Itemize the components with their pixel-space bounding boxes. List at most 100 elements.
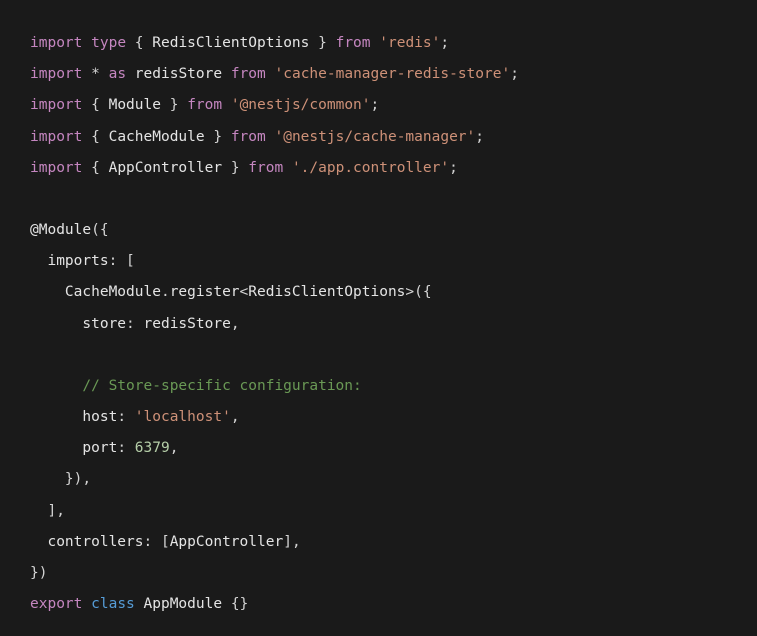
dot: . [161, 284, 170, 300]
comma: , [82, 471, 91, 487]
code-line-2: import * as redisStore from 'cache-manag… [30, 59, 727, 90]
identifier: AppController [170, 534, 284, 550]
type-name: RedisClientOptions [152, 35, 309, 51]
keyword-import: import [30, 129, 82, 145]
bracket: ] [283, 534, 292, 550]
class-name: CacheModule [65, 284, 161, 300]
keyword-export: export [30, 596, 82, 612]
colon: : [126, 316, 135, 332]
code-line-12: // Store-specific configuration: [30, 371, 727, 402]
string-literal: 'redis' [379, 35, 440, 51]
comma: , [292, 534, 301, 550]
property: host [82, 409, 117, 425]
code-line-13: host: 'localhost', [30, 402, 727, 433]
code-line-15: }), [30, 464, 727, 495]
string-literal: 'localhost' [135, 409, 231, 425]
string-literal: '@nestjs/cache-manager' [274, 129, 475, 145]
brace: { [423, 284, 432, 300]
paren: ) [39, 565, 48, 581]
bracket: [ [161, 534, 170, 550]
indent [30, 534, 47, 550]
comma: , [56, 503, 65, 519]
code-line-1: import type { RedisClientOptions } from … [30, 28, 727, 59]
code-line-4: import { CacheModule } from '@nestjs/cac… [30, 122, 727, 153]
number-literal: 6379 [135, 440, 170, 456]
property: imports [47, 253, 108, 269]
comment: // Store-specific configuration: [82, 378, 361, 394]
code-line-5: import { AppController } from './app.con… [30, 153, 727, 184]
colon: : [117, 440, 126, 456]
brace: } [65, 471, 74, 487]
brace: { [231, 596, 240, 612]
star: * [91, 66, 100, 82]
indent [30, 409, 82, 425]
brace: } [170, 97, 179, 113]
brace: } [213, 129, 222, 145]
brace: { [91, 97, 100, 113]
string-literal: 'cache-manager-redis-store' [275, 66, 511, 82]
comma: , [170, 440, 179, 456]
paren: ( [414, 284, 423, 300]
comma: , [231, 316, 240, 332]
code-line-17: controllers: [AppController], [30, 527, 727, 558]
keyword-from: from [231, 66, 266, 82]
indent [30, 378, 82, 394]
bracket: [ [126, 253, 135, 269]
indent [30, 440, 82, 456]
brace: } [30, 565, 39, 581]
keyword-type: type [91, 35, 126, 51]
keyword-from: from [336, 35, 371, 51]
indent [30, 284, 65, 300]
brace: { [91, 129, 100, 145]
code-line-blank [30, 340, 727, 371]
indent [30, 253, 47, 269]
colon: : [117, 409, 126, 425]
indent [30, 503, 47, 519]
semicolon: ; [510, 66, 519, 82]
decorator: @Module [30, 222, 91, 238]
type-name: RedisClientOptions [248, 284, 405, 300]
method: register [170, 284, 240, 300]
string-literal: '@nestjs/common' [231, 97, 371, 113]
property: port [82, 440, 117, 456]
brace: { [135, 35, 144, 51]
keyword-from: from [231, 129, 266, 145]
keyword-import: import [30, 66, 82, 82]
keyword-import: import [30, 97, 82, 113]
paren: ( [91, 222, 100, 238]
semicolon: ; [440, 35, 449, 51]
code-line-8: imports: [ [30, 246, 727, 277]
bracket: ] [47, 503, 56, 519]
keyword-class: class [91, 596, 135, 612]
brace: } [231, 160, 240, 176]
indent [30, 316, 82, 332]
semicolon: ; [475, 129, 484, 145]
angle-bracket: < [240, 284, 249, 300]
code-line-3: import { Module } from '@nestjs/common'; [30, 90, 727, 121]
code-line-18: }) [30, 558, 727, 589]
code-line-7: @Module({ [30, 215, 727, 246]
comma: , [231, 409, 240, 425]
colon: : [109, 253, 118, 269]
brace: { [100, 222, 109, 238]
code-line-blank [30, 184, 727, 215]
semicolon: ; [371, 97, 380, 113]
brace: } [240, 596, 249, 612]
class-name: AppModule [144, 596, 223, 612]
angle-bracket: > [405, 284, 414, 300]
identifier: AppController [109, 160, 223, 176]
semicolon: ; [449, 160, 458, 176]
brace: { [91, 160, 100, 176]
keyword-import: import [30, 160, 82, 176]
identifier: Module [109, 97, 161, 113]
identifier: CacheModule [109, 129, 205, 145]
keyword-from: from [248, 160, 283, 176]
code-line-9: CacheModule.register<RedisClientOptions>… [30, 277, 727, 308]
code-line-16: ], [30, 496, 727, 527]
property: store [82, 316, 126, 332]
colon: : [144, 534, 153, 550]
string-literal: './app.controller' [292, 160, 449, 176]
code-line-10: store: redisStore, [30, 309, 727, 340]
code-block: import type { RedisClientOptions } from … [30, 28, 727, 620]
code-line-14: port: 6379, [30, 433, 727, 464]
